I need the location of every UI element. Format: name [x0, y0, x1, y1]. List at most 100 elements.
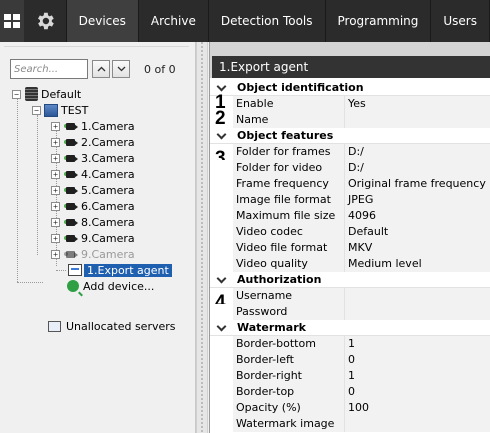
- property-name: Video file format: [233, 239, 345, 256]
- property-value[interactable]: Medium level: [345, 255, 490, 272]
- tree-node-camera[interactable]: + 5.Camera: [51, 182, 135, 198]
- property-row-folder-video[interactable]: Folder for video D:/: [210, 159, 490, 176]
- property-value[interactable]: [345, 111, 490, 128]
- tab-devices[interactable]: Devices: [66, 0, 139, 42]
- expand-toggle[interactable]: +: [51, 169, 60, 179]
- property-name: Password: [233, 303, 345, 320]
- property-row-folder-frames[interactable]: 3 Folder for frames D:/: [210, 143, 490, 168]
- expand-toggle[interactable]: +: [51, 249, 60, 259]
- collapse-toggle[interactable]: −: [12, 89, 21, 99]
- camera-icon: [64, 137, 78, 148]
- grid-menu-icon: [3, 14, 20, 28]
- expand-toggle[interactable]: +: [51, 217, 60, 227]
- property-value[interactable]: JPEG: [345, 191, 490, 208]
- property-row-video-quality[interactable]: Video quality Medium level: [210, 255, 490, 272]
- chevron-down-icon[interactable]: [217, 83, 225, 91]
- tab-programming[interactable]: Programming: [326, 0, 432, 42]
- property-value[interactable]: Original frame frequency: [345, 175, 490, 192]
- property-row-border-left[interactable]: Border-left 0: [210, 351, 490, 368]
- property-value[interactable]: 0: [345, 383, 490, 400]
- search-prev-button[interactable]: [92, 60, 110, 78]
- property-name: Video quality: [233, 255, 345, 272]
- category-watermark[interactable]: Watermark: [210, 320, 490, 336]
- property-row-enable[interactable]: 1 Enable Yes: [210, 93, 490, 112]
- property-row-username[interactable]: 4 Username: [210, 287, 490, 312]
- property-name: Image file format: [233, 191, 345, 208]
- tree-node-add-device[interactable]: Add device...: [62, 278, 154, 294]
- expand-toggle[interactable]: +: [51, 185, 60, 195]
- property-row-max-file-size[interactable]: Maximum file size 4096: [210, 207, 490, 224]
- collapse-toggle[interactable]: −: [32, 105, 41, 115]
- expand-toggle[interactable]: +: [51, 121, 60, 131]
- tree-node-camera[interactable]: + 3.Camera: [51, 150, 135, 166]
- tree-node-label: 1.Export agent: [84, 263, 172, 277]
- tree-node-camera[interactable]: + 1.Camera: [51, 118, 135, 134]
- property-row-border-top[interactable]: Border-top 0: [210, 383, 490, 400]
- property-row-opacity[interactable]: Opacity (%) 100: [210, 399, 490, 416]
- property-value[interactable]: D:/: [345, 159, 490, 176]
- property-value[interactable]: 0: [345, 351, 490, 368]
- property-row-video-codec[interactable]: Video codec Default: [210, 223, 490, 240]
- property-value[interactable]: [345, 287, 490, 304]
- tree-node-camera[interactable]: + 4.Camera: [51, 166, 135, 182]
- tree-node-unallocated[interactable]: Unallocated servers: [44, 318, 176, 334]
- property-value[interactable]: [345, 303, 490, 320]
- property-value[interactable]: [345, 415, 490, 432]
- property-row-border-right[interactable]: Border-right 1: [210, 367, 490, 384]
- property-value[interactable]: Yes: [345, 95, 490, 112]
- property-value[interactable]: 1: [345, 335, 490, 352]
- property-row-video-format[interactable]: Video file format MKV: [210, 239, 490, 256]
- chevron-down-icon[interactable]: [217, 323, 225, 331]
- category-object-identification[interactable]: Object identification: [210, 80, 490, 96]
- tab-users[interactable]: Users: [431, 0, 490, 42]
- panel-splitter[interactable]: [196, 42, 208, 433]
- expand-toggle[interactable]: +: [51, 233, 60, 243]
- search-next-button[interactable]: [112, 60, 130, 78]
- property-row-border-bottom[interactable]: Border-bottom 1: [210, 335, 490, 352]
- camera-label: 5.Camera: [81, 183, 135, 197]
- property-row-watermark-image[interactable]: Watermark image: [210, 415, 490, 432]
- category-authorization[interactable]: Authorization: [210, 272, 490, 288]
- tab-archive[interactable]: Archive: [139, 0, 209, 42]
- main-menu-button[interactable]: [0, 0, 24, 42]
- search-result-counter: 0 of 0: [144, 62, 176, 76]
- tree-node-camera-disabled[interactable]: + 9.Camera: [51, 246, 135, 262]
- tree-node-camera[interactable]: + 9.Camera: [51, 230, 135, 246]
- tree-node-export-agent[interactable]: 1.Export agent: [66, 262, 172, 278]
- settings-button[interactable]: [24, 0, 67, 42]
- camera-label: 4.Camera: [81, 167, 135, 181]
- expand-toggle[interactable]: +: [51, 153, 60, 163]
- property-row-frame-frequency[interactable]: Frame frequency Original frame frequency: [210, 175, 490, 192]
- property-value[interactable]: 4096: [345, 207, 490, 224]
- expand-toggle[interactable]: +: [51, 201, 60, 211]
- property-value[interactable]: Default: [345, 223, 490, 240]
- tree-node-label: TEST: [61, 103, 89, 117]
- camera-icon: [64, 185, 78, 196]
- tree-node-default[interactable]: − Default: [12, 86, 81, 102]
- chevron-down-icon[interactable]: [217, 131, 225, 139]
- property-row-password[interactable]: Password: [210, 303, 490, 320]
- property-name: Enable: [233, 95, 345, 112]
- tree-node-camera[interactable]: + 8.Camera: [51, 214, 135, 230]
- tree-node-server[interactable]: − TEST: [32, 102, 88, 118]
- property-name: Folder for video: [233, 159, 345, 176]
- camera-icon: [64, 201, 78, 212]
- property-name: Video codec: [233, 223, 345, 240]
- property-row-image-format[interactable]: Image file format JPEG: [210, 191, 490, 208]
- category-object-features[interactable]: Object features: [210, 128, 490, 144]
- chevron-down-icon[interactable]: [217, 275, 225, 283]
- tab-detection-tools[interactable]: Detection Tools: [209, 0, 326, 42]
- camera-icon: [64, 217, 78, 228]
- search-input[interactable]: [10, 59, 88, 79]
- tree-node-camera[interactable]: + 6.Camera: [51, 198, 135, 214]
- camera-label: 9.Camera: [81, 247, 135, 261]
- camera-icon: [64, 233, 78, 244]
- tree-node-camera[interactable]: + 2.Camera: [51, 134, 135, 150]
- property-row-name[interactable]: 2 Name: [210, 109, 490, 128]
- property-value[interactable]: D:/: [345, 143, 490, 160]
- panel-title: 1.Export agent: [212, 56, 490, 78]
- expand-toggle[interactable]: +: [51, 137, 60, 147]
- property-value[interactable]: 100: [345, 399, 490, 416]
- property-value[interactable]: MKV: [345, 239, 490, 256]
- property-value[interactable]: 1: [345, 367, 490, 384]
